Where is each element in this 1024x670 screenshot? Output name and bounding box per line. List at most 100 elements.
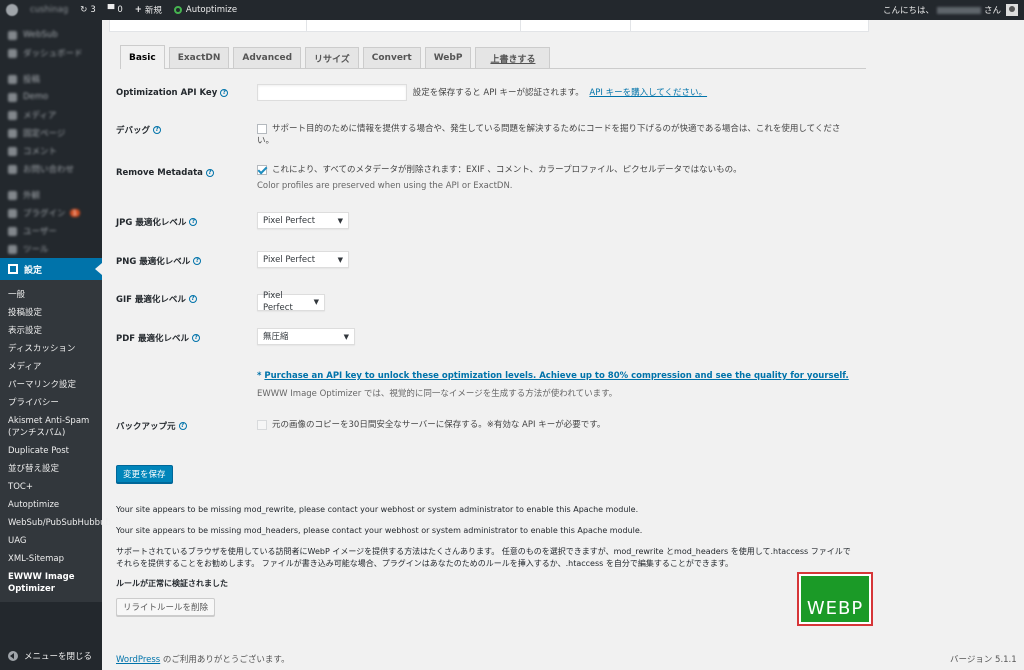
dropdown-arrow-icon: ▼ [337, 255, 343, 264]
sidebar-item-posts[interactable]: 投稿 [0, 70, 102, 88]
api-key-label: Optimization API Key? [116, 88, 229, 98]
autoptimize-menu[interactable]: Autoptimize [168, 0, 243, 20]
collapse-menu-button[interactable]: メニューを閉じる [0, 650, 92, 662]
submenu-item-akismet[interactable]: Akismet Anti-Spam (アンチスパム) [0, 412, 102, 442]
sidebar-item-media[interactable]: メディア [0, 106, 102, 124]
wp-logo-menu[interactable] [0, 0, 24, 20]
pdf-level-row: 無圧縮 ▼ [257, 328, 355, 345]
api-key-row: 設定を保存すると API キーが認証されます。 API キーを購入してください。 [257, 84, 707, 101]
sidebar-item-users[interactable]: ユーザー [0, 222, 102, 240]
wordpress-link[interactable]: WordPress [116, 655, 160, 665]
gif-level-select[interactable]: Pixel Perfect ▼ [257, 291, 325, 313]
sidebar-item-websub[interactable]: WebSub [0, 26, 102, 44]
updates-count: 3 [90, 5, 96, 15]
submenu-item-privacy[interactable]: プライバシー [0, 394, 102, 412]
submenu-item-duplicate-post[interactable]: Duplicate Post [0, 442, 102, 460]
comments-menu[interactable]: ▀ 0 [102, 0, 129, 20]
my-account-menu[interactable]: こんにちは、 さん [877, 0, 1024, 20]
help-icon[interactable]: ? [220, 89, 229, 97]
settings-tabs: Basic ExactDN Advanced リサイズ Convert WebP… [120, 45, 866, 69]
help-icon[interactable]: ? [189, 218, 198, 226]
page-icon [8, 128, 17, 138]
new-content-menu[interactable]: + 新規 [129, 0, 168, 20]
remove-metadata-row: これにより、すべてのメタデータが削除されます：EXIF 、コメント、カラープロフ… [257, 164, 867, 192]
top-table-strip [109, 20, 869, 32]
dropdown-arrow-icon: ▼ [313, 298, 319, 306]
submenu-item-permalinks[interactable]: パーマリンク設定 [0, 376, 102, 394]
plugins-update-badge: 1 [69, 209, 80, 217]
dropdown-arrow-icon: ▼ [343, 332, 349, 341]
user-icon [8, 226, 17, 236]
submenu-item-sort-settings[interactable]: 並び替え設定 [0, 460, 102, 478]
remove-rewrite-rules-button[interactable]: リライトルールを削除 [116, 598, 216, 616]
help-icon[interactable]: ? [188, 295, 197, 303]
brush-icon [8, 190, 17, 200]
remove-metadata-label: Remove Metadata? [116, 168, 214, 178]
sidebar-item-contact[interactable]: お問い合わせ [0, 160, 102, 178]
purchase-note: EWWW Image Optimizer では、視覚的に同一なイメージを生成する… [257, 389, 618, 399]
submenu-item-toc[interactable]: TOC+ [0, 478, 102, 496]
dropdown-arrow-icon: ▼ [337, 216, 343, 225]
comment-icon [8, 146, 17, 156]
updates-menu[interactable]: ↻ 3 [74, 0, 102, 20]
tab-resize[interactable]: リサイズ [305, 47, 359, 68]
submenu-item-writing[interactable]: 投稿設定 [0, 304, 102, 322]
sidebar-item-dashboard[interactable]: ダッシュボード [0, 44, 102, 62]
remove-metadata-checkbox[interactable] [257, 164, 267, 175]
submenu-item-autoptimize[interactable]: Autoptimize [0, 496, 102, 514]
help-icon[interactable]: ? [193, 257, 202, 265]
save-changes-button[interactable]: 変更を保存 [116, 465, 173, 483]
settings-icon [8, 264, 18, 274]
tab-overrides[interactable]: 上書きする [475, 47, 551, 68]
png-level-select[interactable]: Pixel Perfect ▼ [257, 251, 349, 268]
avatar [1006, 4, 1018, 16]
api-key-input[interactable] [257, 84, 407, 101]
help-icon[interactable]: ? [205, 169, 214, 177]
site-name-menu[interactable]: cushinag [24, 0, 74, 20]
sidebar-item-appearance[interactable]: 外観 [0, 186, 102, 204]
submenu-item-general[interactable]: 一般 [0, 286, 102, 304]
submenu-item-websub[interactable]: WebSub/PubSubHubbub [0, 514, 111, 532]
admin-bar: cushinag ↻ 3 ▀ 0 + 新規 Autoptimize こんにちは、 さん [0, 0, 1024, 20]
submenu-item-xml-sitemap[interactable]: XML-Sitemap [0, 550, 102, 568]
jpg-level-select[interactable]: Pixel Perfect ▼ [257, 212, 349, 229]
sidebar-item-comments[interactable]: コメント [0, 142, 102, 160]
comment-bubble-icon: ▀ [107, 5, 115, 15]
tab-exactdn[interactable]: ExactDN [168, 47, 230, 68]
settings-submenu: 一般 投稿設定 表示設定 ディスカッション メディア パーマリンク設定 プライバ… [0, 280, 111, 602]
backup-checkbox[interactable] [257, 419, 267, 430]
sidebar-item-settings[interactable]: 設定 [0, 258, 102, 280]
help-icon[interactable]: ? [153, 126, 162, 134]
tab-webp[interactable]: WebP [424, 47, 472, 68]
submenu-item-discussion[interactable]: ディスカッション [0, 340, 102, 358]
debug-checkbox[interactable] [257, 123, 267, 134]
submenu-item-uag[interactable]: UAG [0, 532, 102, 550]
submenu-item-reading[interactable]: 表示設定 [0, 322, 102, 340]
sidebar-item-pages[interactable]: 固定ページ [0, 124, 102, 142]
backup-row: 元の画像のコピーを30日間安全なサーバーに保存する。※有効な API キーが必要… [257, 419, 605, 431]
tab-convert[interactable]: Convert [362, 47, 421, 68]
sidebar-item-demo[interactable]: Demo [0, 88, 102, 106]
tab-basic[interactable]: Basic [120, 45, 165, 69]
purchase-optimization-link[interactable]: Purchase an API key to unlock these opti… [264, 371, 848, 381]
comments-count: 0 [117, 5, 123, 15]
webp-info: サポートされているブラウザを使用している訪問者にWebP イメージを提供する方法… [116, 547, 851, 568]
mod-rewrite-notice: Your site appears to be missing mod_rewr… [116, 505, 639, 514]
sidebar-item-plugins[interactable]: プラグイン 1 [0, 204, 102, 222]
purchase-api-key-link[interactable]: API キーを購入してください。 [589, 88, 707, 98]
status-ring-icon [173, 6, 182, 14]
help-icon[interactable]: ? [192, 334, 201, 342]
pdf-level-select[interactable]: 無圧縮 ▼ [257, 328, 355, 345]
submenu-item-ewww[interactable]: EWWW Image Optimizer [0, 568, 102, 598]
gif-level-label: GIF 最適化レベル? [116, 293, 197, 305]
plus-icon: + [134, 5, 142, 15]
help-icon[interactable]: ? [178, 422, 187, 430]
submenu-item-media[interactable]: メディア [0, 358, 102, 376]
pin-icon [8, 74, 17, 84]
collapse-arrow-icon [8, 651, 18, 661]
gif-level-row: Pixel Perfect ▼ [257, 290, 325, 313]
tab-advanced[interactable]: Advanced [233, 47, 302, 68]
wrench-icon [8, 244, 17, 254]
footer-thanks: WordPress のご利用ありがとうございます。 [116, 655, 290, 665]
sidebar-item-tools[interactable]: ツール [0, 240, 102, 258]
